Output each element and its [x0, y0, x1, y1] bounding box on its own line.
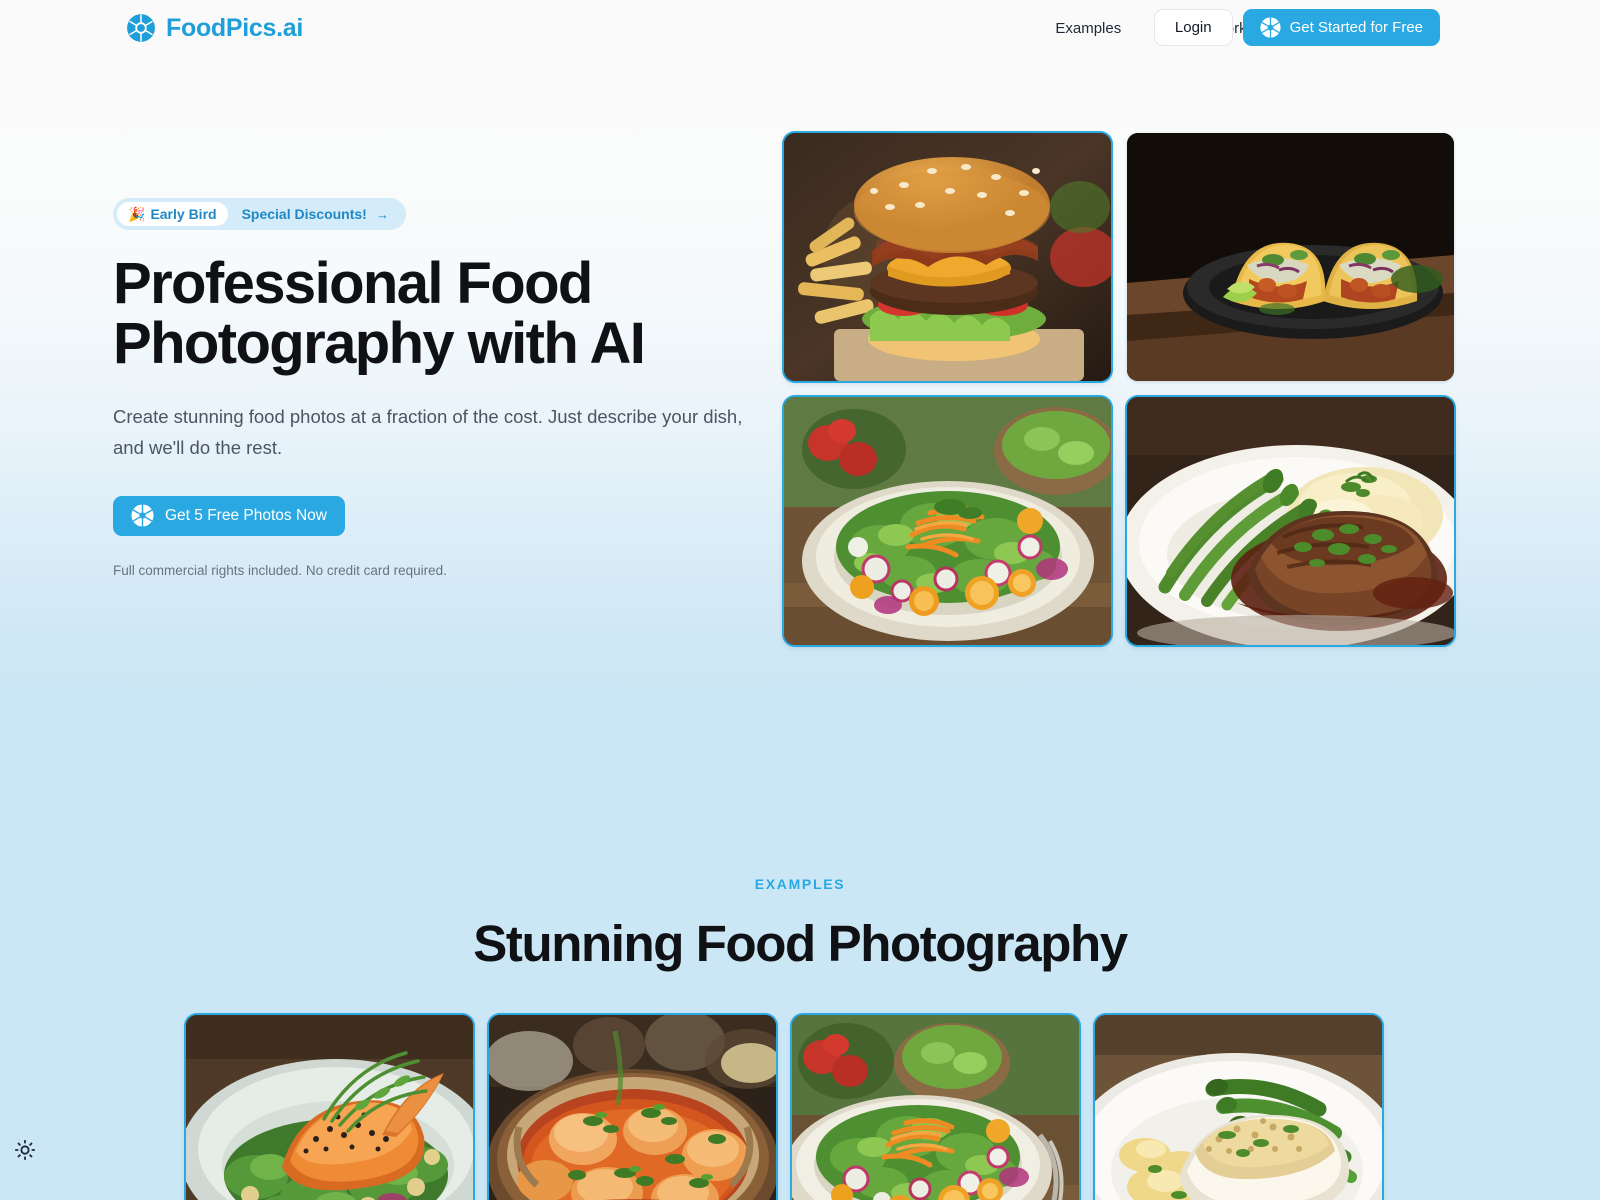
login-button[interactable]: Login	[1153, 9, 1233, 46]
examples-title: Stunning Food Photography	[473, 915, 1128, 972]
site-header: FoodPics.ai Examples How It Works Pricin…	[0, 0, 1600, 56]
hero-photo-salad[interactable]	[784, 397, 1111, 645]
gallery-photo-baked-fish[interactable]	[1095, 1015, 1382, 1200]
aperture-icon	[1260, 17, 1281, 38]
examples-eyebrow: EXAMPLES	[754, 876, 846, 892]
get-started-label: Get Started for Free	[1289, 19, 1423, 36]
landing-page: FoodPics.ai Examples How It Works Pricin…	[0, 0, 1600, 1200]
theme-toggle-button[interactable]	[12, 1138, 38, 1164]
sun-icon	[14, 1139, 36, 1164]
hero-note: Full commercial rights included. No cred…	[113, 562, 447, 578]
hero-photo-tacos[interactable]	[1127, 133, 1454, 381]
badge-pill-label: Early Bird	[150, 206, 217, 222]
hero-copy: 🎉 Early Bird Special Discounts! → Profes…	[113, 198, 793, 578]
hero-photo-steak[interactable]	[1127, 397, 1454, 645]
hero-section: 🎉 Early Bird Special Discounts! → Profes…	[0, 0, 1600, 690]
header-actions: Login Get Started for Free	[1153, 9, 1440, 46]
party-popper-icon: 🎉	[128, 205, 146, 222]
brand-name: FoodPics.ai	[166, 13, 304, 42]
early-bird-badge[interactable]: 🎉 Early Bird Special Discounts! →	[113, 198, 406, 230]
gallery-photo-salad[interactable]	[792, 1015, 1079, 1200]
hero-photo-grid	[784, 133, 1454, 645]
badge-pill: 🎉 Early Bird	[117, 202, 228, 226]
hero-subtitle: Create stunning food photos at a fractio…	[113, 405, 743, 458]
aperture-icon	[126, 13, 156, 43]
cta-label: Get 5 Free Photos Now	[165, 506, 327, 524]
badge-message: Special Discounts!	[241, 206, 367, 222]
get-started-button[interactable]: Get Started for Free	[1242, 9, 1440, 46]
gallery-photo-salmon[interactable]	[186, 1015, 473, 1200]
arrow-right-icon: →	[375, 206, 389, 222]
hero-photo-burger[interactable]	[784, 133, 1111, 381]
aperture-icon	[131, 504, 154, 527]
examples-section: EXAMPLES Stunning Food Photography	[0, 690, 1600, 1200]
nav-link-examples[interactable]: Examples	[1033, 12, 1143, 45]
examples-gallery	[186, 1015, 1382, 1200]
get-free-photos-button[interactable]: Get 5 Free Photos Now	[113, 495, 345, 536]
hero-title: Professional Food Photography with AI	[113, 251, 646, 377]
brand-logo[interactable]: FoodPics.ai	[126, 13, 303, 43]
gallery-photo-curry[interactable]	[489, 1015, 776, 1200]
badge-text: Special Discounts! →	[228, 206, 402, 222]
